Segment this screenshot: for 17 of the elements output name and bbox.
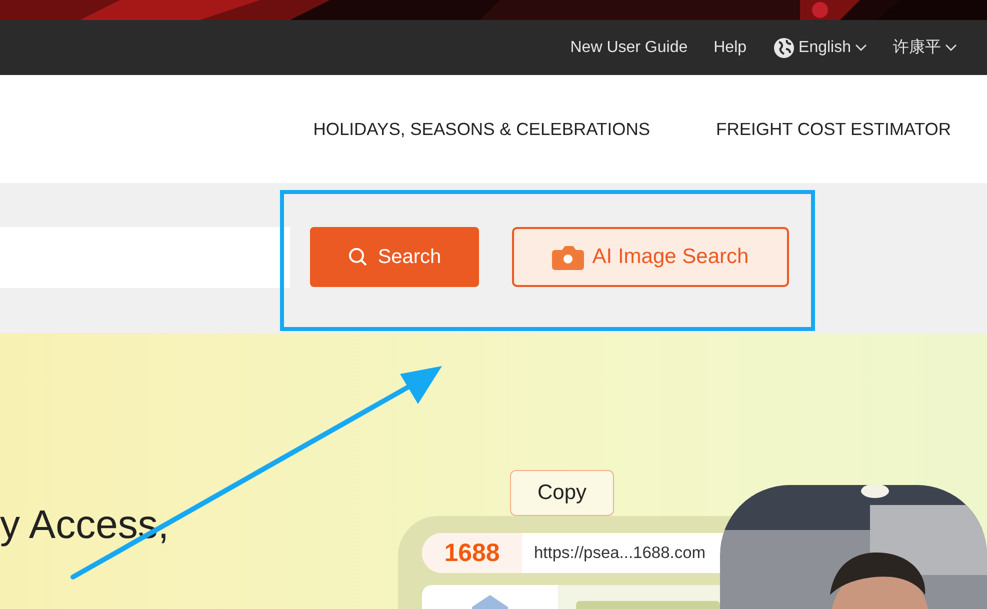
top-nav-link[interactable]: Help <box>714 38 747 56</box>
nav-link[interactable]: FREIGHT COST ESTIMATOR <box>716 118 951 140</box>
camera-icon <box>552 244 584 270</box>
search-field[interactable] <box>0 226 290 288</box>
top-nav-link[interactable]: New User Guide <box>570 38 688 56</box>
url-text: https://psea...1688.com <box>533 544 706 562</box>
chevron-down-icon <box>945 44 957 52</box>
globe-icon <box>772 36 795 58</box>
chevron-down-icon <box>855 44 867 52</box>
copy-tooltip: Copy <box>510 470 614 516</box>
nav-link[interactable]: HOLIDAYS, SEASONS & CELEBRATIONS <box>313 118 650 140</box>
account-menu[interactable]: 许康平 <box>893 37 941 58</box>
hero-heading: y Access, <box>0 503 170 548</box>
site-logo: 1688 <box>422 533 522 573</box>
search-icon <box>348 247 368 267</box>
language-selector[interactable]: English <box>798 38 851 56</box>
search-button[interactable]: Search <box>310 227 479 287</box>
